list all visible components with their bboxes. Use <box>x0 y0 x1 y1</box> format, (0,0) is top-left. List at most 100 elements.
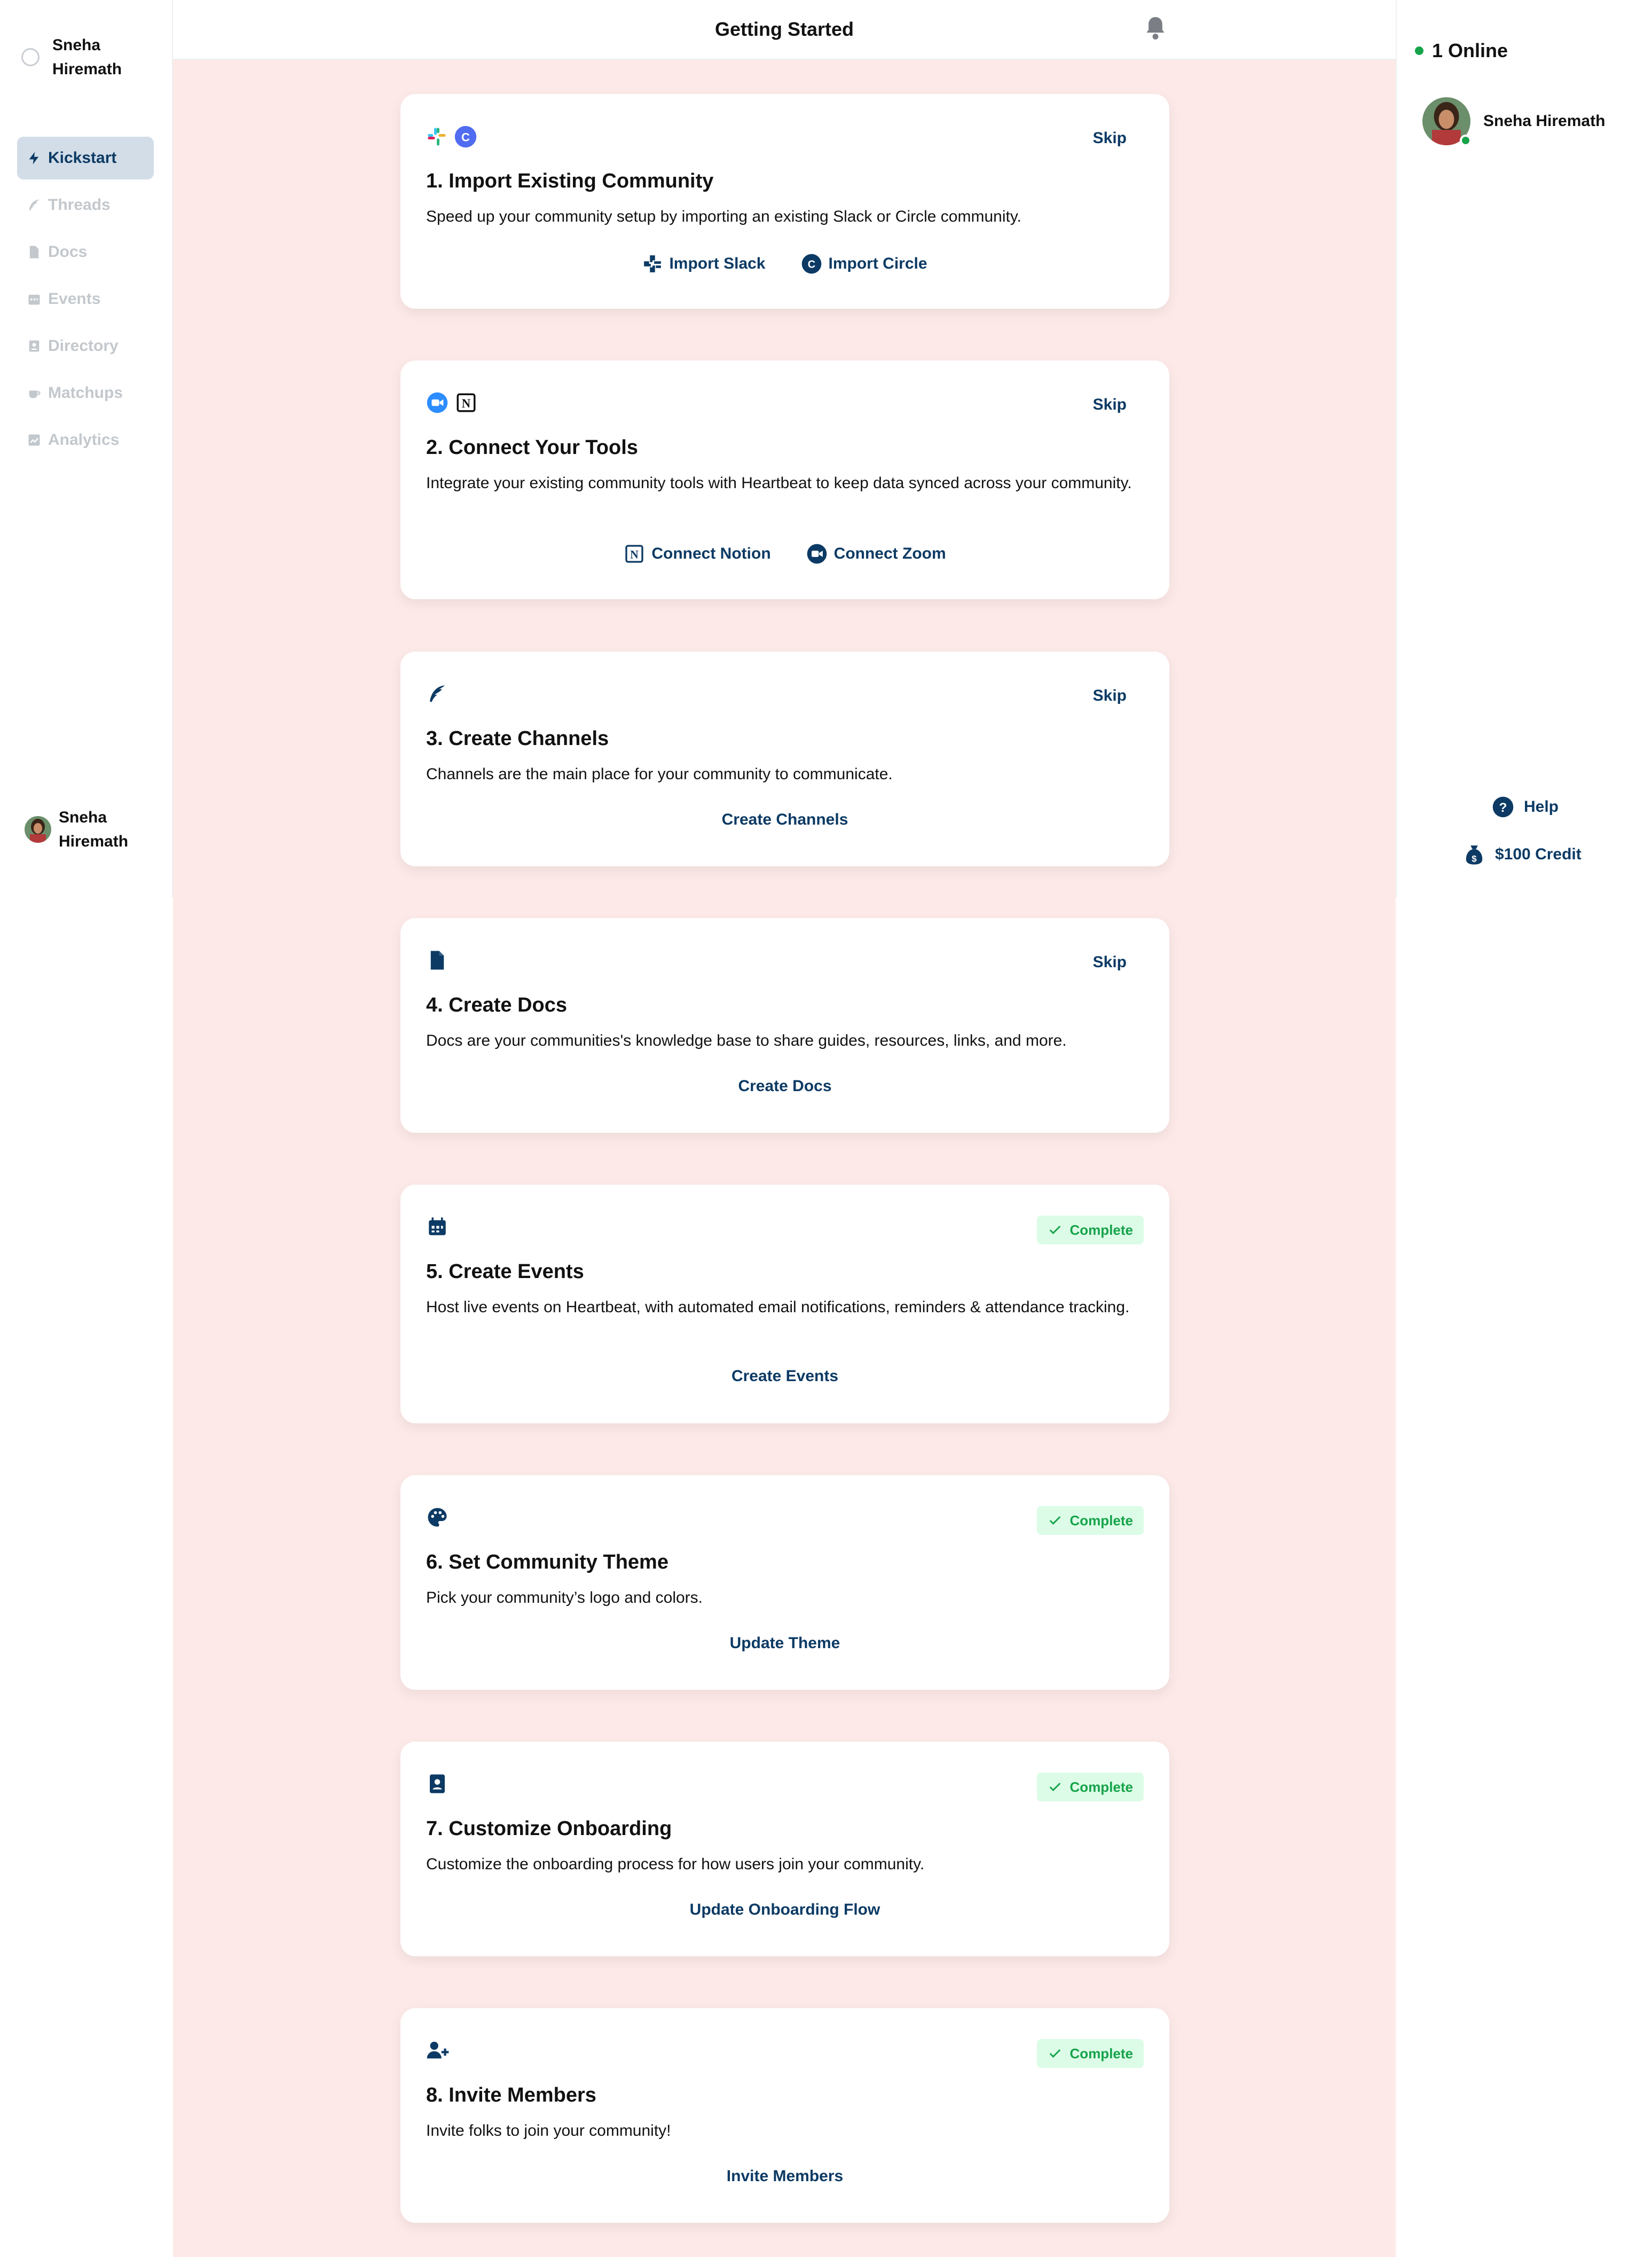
skip-button[interactable]: Skip <box>1093 953 1127 971</box>
action-label: Create Channels <box>721 811 848 828</box>
invite-members-button[interactable]: Invite Members <box>727 2167 843 2185</box>
help-button[interactable]: ? Help <box>1492 796 1559 818</box>
community-logo-icon <box>21 48 40 66</box>
sidebar-item-label: Analytics <box>48 431 120 449</box>
step-title: 7. Customize Onboarding <box>426 1817 672 1840</box>
step-title: 2. Connect Your Tools <box>426 436 638 459</box>
step-title: 1. Import Existing Community <box>426 170 714 192</box>
notion-icon: N <box>625 545 644 563</box>
online-user-name: Sneha Hiremath <box>1483 112 1606 130</box>
action-label: Import Slack <box>669 255 766 272</box>
sidebar-item-docs[interactable]: Docs <box>17 231 154 273</box>
import-circle-button[interactable]: C Import Circle <box>801 253 927 275</box>
online-label: 1 Online <box>1432 40 1508 61</box>
user-profile[interactable]: Sneha Hiremath <box>25 805 144 853</box>
contact-icon <box>430 1774 445 1793</box>
step-card-onboarding: Complete 7. Customize Onboarding Customi… <box>400 1742 1169 1956</box>
file-icon <box>29 246 39 258</box>
community-name: Sneha Hiremath <box>52 36 122 78</box>
contact-icon <box>29 340 40 352</box>
sidebar-nav: Kickstart Threads Docs Events Directory … <box>17 137 154 466</box>
step-title: 4. Create Docs <box>426 994 568 1016</box>
sidebar-item-label: Events <box>48 290 101 308</box>
sidebar-item-directory[interactable]: Directory <box>17 325 154 367</box>
palette-icon <box>428 1508 447 1527</box>
page-title: Getting Started <box>714 18 854 40</box>
action-label: Connect Zoom <box>833 545 946 562</box>
complete-badge: Complete <box>1036 1773 1144 1801</box>
sidebar-item-analytics[interactable]: Analytics <box>17 419 154 461</box>
skip-button[interactable]: Skip <box>1093 687 1127 705</box>
sidebar-item-label: Threads <box>48 196 111 214</box>
action-label: Invite Members <box>726 2167 844 2185</box>
top-bar: Getting Started <box>173 0 1396 60</box>
badge-label: Complete <box>1069 1778 1133 1795</box>
avatar <box>1422 97 1472 146</box>
step-description: Customize the onboarding process for how… <box>426 1855 925 1873</box>
online-dot-icon <box>1415 46 1423 55</box>
circle-icon: C <box>801 254 821 274</box>
action-label: Update Theme <box>729 1634 840 1652</box>
calendar-icon <box>429 1217 446 1235</box>
credit-button[interactable]: $ $100 Credit <box>1463 843 1582 866</box>
step-card-events: Complete 5. Create Events Host live even… <box>400 1185 1169 1423</box>
import-slack-button[interactable]: Import Slack <box>642 253 766 275</box>
sidebar-item-kickstart[interactable]: Kickstart <box>17 137 154 179</box>
svg-text:C: C <box>807 259 815 271</box>
feather-icon <box>430 685 445 702</box>
svg-text:N: N <box>462 397 471 410</box>
step-description: Speed up your community setup by importi… <box>426 208 1021 225</box>
check-icon <box>1049 2049 1060 2058</box>
svg-text:$: $ <box>1472 854 1477 864</box>
complete-badge: Complete <box>1036 2039 1144 2068</box>
svg-text:N: N <box>631 548 639 561</box>
action-label: Update Onboarding Flow <box>689 1901 880 1918</box>
step-description: Channels are the main place for your com… <box>426 765 893 783</box>
sidebar-item-events[interactable]: Events <box>17 278 154 320</box>
check-icon <box>1049 1782 1060 1791</box>
action-label: Create Events <box>731 1367 839 1385</box>
badge-label: Complete <box>1069 1221 1133 1238</box>
sidebar-item-threads[interactable]: Threads <box>17 184 154 226</box>
sidebar-item-label: Matchups <box>48 384 123 402</box>
step-title: 8. Invite Members <box>426 2084 596 2106</box>
skip-button[interactable]: Skip <box>1093 129 1127 147</box>
badge-label: Complete <box>1069 1512 1133 1529</box>
step-description: Docs are your communities's knowledge ba… <box>426 1032 1067 1049</box>
sidebar-item-label: Docs <box>48 243 88 261</box>
step-description: Invite folks to join your community! <box>426 2122 671 2140</box>
sidebar-item-matchups[interactable]: Matchups <box>17 372 154 414</box>
step-description: Integrate your existing community tools … <box>426 474 1132 492</box>
step-description: Host live events on Heartbeat, with auto… <box>426 1298 1130 1316</box>
community-profile[interactable]: Sneha Hiremath <box>21 33 138 81</box>
connect-notion-button[interactable]: N Connect Notion <box>624 543 771 565</box>
right-sidebar: 1 Online Sneha Hiremath ? Help $ $100 Cr… <box>1396 0 1652 897</box>
online-status-icon <box>1460 135 1472 146</box>
calendar-icon <box>28 294 40 305</box>
notion-icon: N <box>457 393 476 412</box>
step-card-import: C Skip 1. Import Existing Community Spee… <box>400 94 1169 309</box>
connect-zoom-button[interactable]: Connect Zoom <box>806 543 946 565</box>
step-description: Pick your community’s logo and colors. <box>426 1589 703 1606</box>
create-docs-button[interactable]: Create Docs <box>738 1077 831 1095</box>
step-title: 3. Create Channels <box>426 727 609 750</box>
step-card-invite: Complete 8. Invite Members Invite folks … <box>400 2008 1169 2223</box>
bell-icon[interactable] <box>1144 15 1167 41</box>
credit-label: $100 Credit <box>1495 845 1582 863</box>
feather-icon <box>29 199 40 211</box>
badge-label: Complete <box>1069 2045 1133 2062</box>
skip-button[interactable]: Skip <box>1093 396 1127 414</box>
action-label: Import Circle <box>828 255 927 272</box>
online-user[interactable]: Sneha Hiremath <box>1422 97 1606 146</box>
chart-icon <box>28 434 40 446</box>
create-channels-button[interactable]: Create Channels <box>722 811 848 829</box>
update-onboarding-button[interactable]: Update Onboarding Flow <box>690 1901 880 1919</box>
file-icon <box>430 951 444 970</box>
update-theme-button[interactable]: Update Theme <box>730 1634 840 1652</box>
svg-text:?: ? <box>1499 801 1507 815</box>
check-icon <box>1049 1225 1060 1234</box>
circle-icon: C <box>454 126 477 148</box>
create-events-button[interactable]: Create Events <box>731 1367 838 1385</box>
zoom-icon <box>807 544 827 564</box>
user-name: Sneha Hiremath <box>59 809 129 850</box>
